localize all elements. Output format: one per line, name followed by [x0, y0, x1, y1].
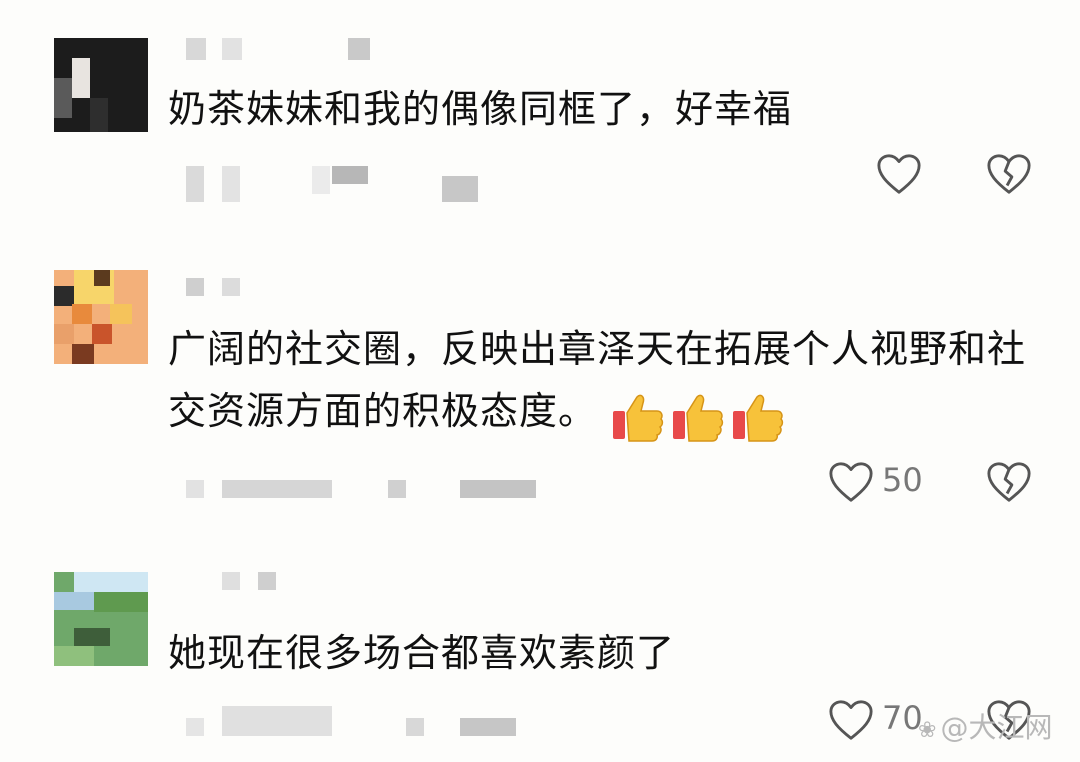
thumbs-up-emoji — [611, 389, 665, 443]
username[interactable] — [186, 278, 204, 296]
thumbs-up-emoji — [671, 389, 725, 443]
thumbs-up-emoji — [731, 389, 785, 443]
thumbs-up-emoji-group — [611, 383, 791, 445]
comment-text: 她现在很多场合都喜欢素颜了 — [168, 631, 676, 675]
comment-text-content: 广阔的社交圈，反映出章泽天在拓展个人视野和社交资源方面的积极态度。 — [168, 327, 1027, 433]
heart-outline-icon[interactable] — [828, 460, 874, 504]
watermark-text: @大江网 — [940, 711, 1053, 744]
comment-meta — [186, 718, 204, 736]
avatar[interactable] — [54, 270, 148, 364]
avatar[interactable] — [54, 38, 148, 132]
username[interactable] — [186, 38, 206, 60]
heart-outline-icon[interactable] — [876, 152, 922, 196]
username[interactable] — [222, 572, 240, 590]
like-count: 70 — [882, 699, 923, 737]
avatar[interactable] — [54, 572, 148, 666]
heart-outline-icon[interactable] — [828, 698, 874, 742]
watermark-logo-icon: ❀ — [918, 718, 937, 743]
comment-meta — [186, 166, 204, 202]
comment-text: 奶茶妹妹和我的偶像同框了，好幸福 — [168, 87, 793, 131]
broken-heart-icon[interactable] — [986, 460, 1032, 504]
broken-heart-icon[interactable] — [986, 152, 1032, 196]
comment-meta — [186, 480, 204, 498]
comment-text: 广阔的社交圈，反映出章泽天在拓展个人视野和社交资源方面的积极态度。 — [168, 318, 1028, 445]
watermark: ❀ @大江网 — [918, 706, 1052, 746]
like-count: 50 — [882, 461, 923, 499]
